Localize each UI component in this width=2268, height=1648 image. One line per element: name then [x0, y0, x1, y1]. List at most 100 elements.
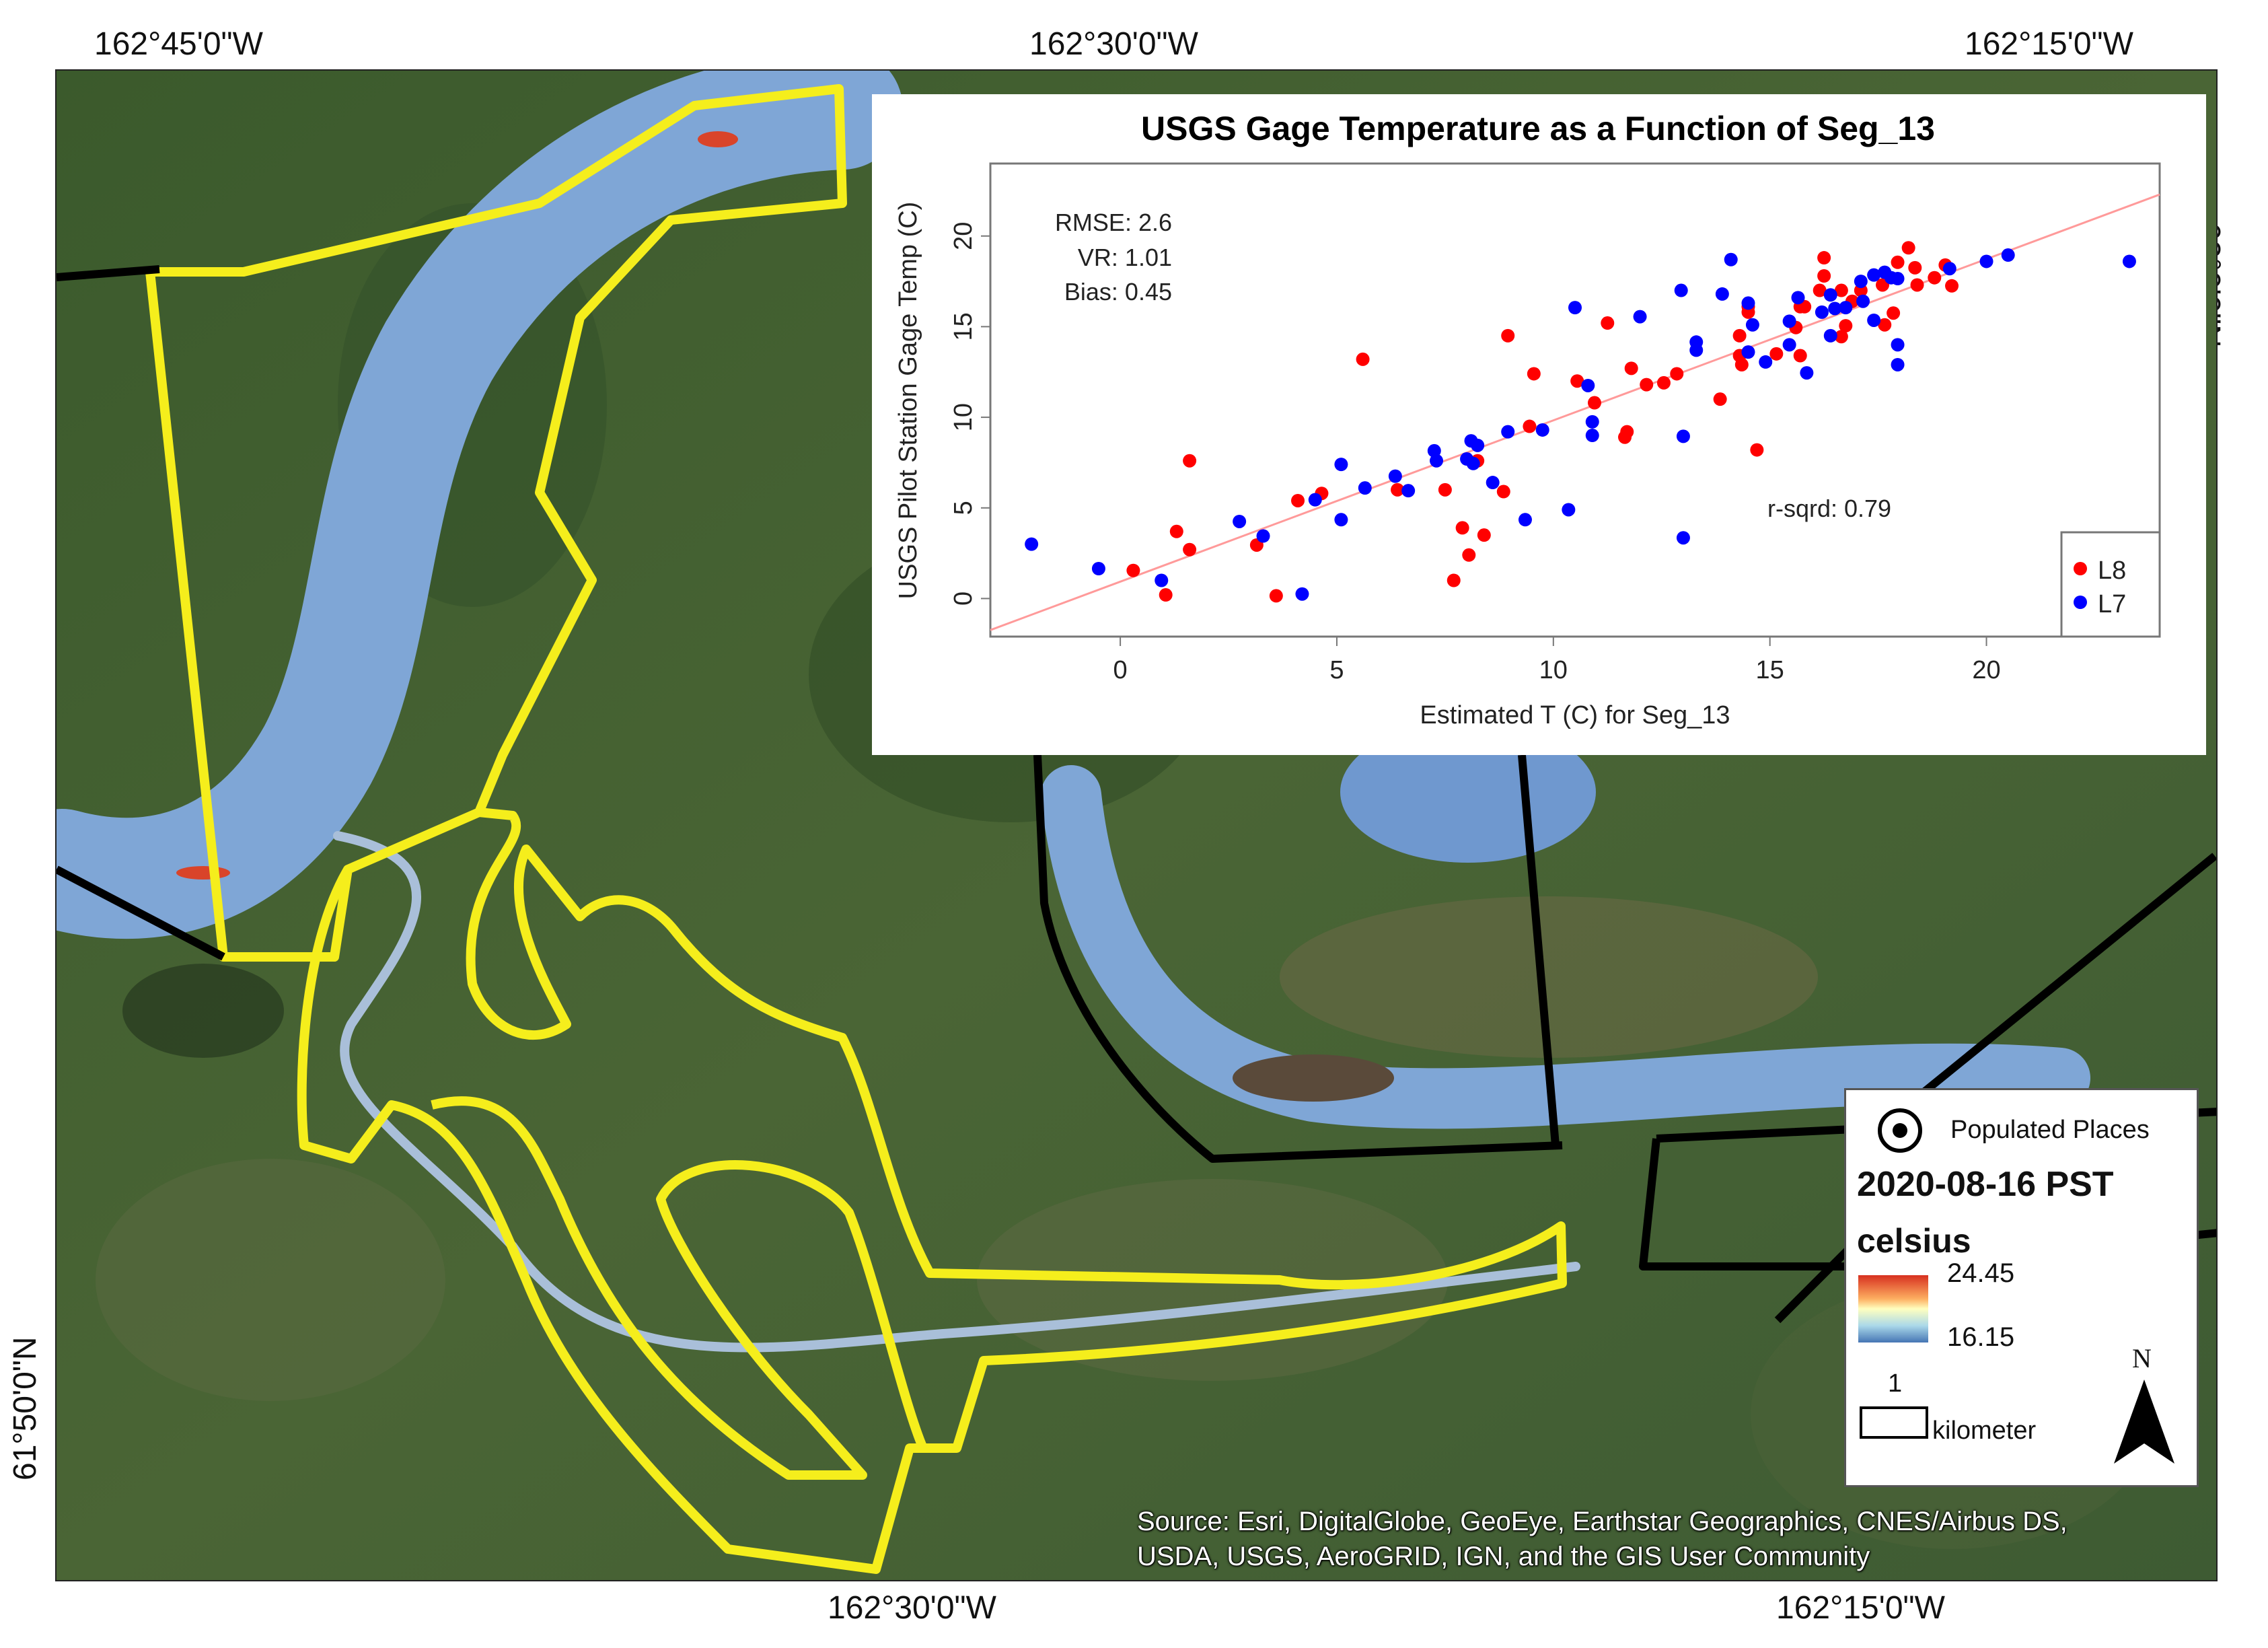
data-point-l8	[1159, 588, 1173, 602]
chart-legend: L8 L7	[2060, 531, 2161, 638]
data-point-l7	[1585, 415, 1599, 429]
data-point-l7	[1568, 301, 1582, 315]
data-point-l7	[1501, 425, 1515, 439]
data-point-l8	[1126, 563, 1140, 577]
data-point-l7	[1854, 275, 1868, 289]
data-point-l7	[1800, 366, 1814, 380]
data-point-l8	[1908, 260, 1922, 275]
y-axis: 0 5 10 15 20	[949, 222, 990, 606]
scatter-chart-panel: USGS Gage Temperature as a Function of S…	[872, 94, 2206, 755]
attribution-line-1: Source: Esri, DigitalGlobe, GeoEye, Eart…	[1137, 1507, 2068, 1536]
data-point-l7	[1585, 429, 1599, 443]
legend-unit: celsius	[1857, 1222, 1971, 1260]
data-point-l7	[1471, 438, 1485, 452]
legend-populated-places: Populated Places	[1950, 1116, 2150, 1144]
data-point-l7	[1942, 262, 1956, 276]
map-legend: Populated Places 2020-08-16 PST celsius …	[1844, 1088, 2199, 1487]
x-tick-label: 15	[1756, 656, 1784, 684]
data-point-l8	[1496, 485, 1510, 499]
data-point-l7	[1979, 254, 1993, 268]
data-point-l7	[1891, 357, 1905, 371]
data-point-l7	[1782, 338, 1796, 352]
data-point-l7	[1518, 513, 1532, 527]
data-point-l8	[1910, 278, 1924, 292]
data-point-l7	[1839, 301, 1853, 315]
data-point-l7	[1334, 513, 1348, 527]
longitude-label-top-2: 162°30'0"W	[1029, 26, 1198, 62]
y-tick-label: 0	[949, 592, 978, 606]
north-arrow-icon	[2114, 1380, 2174, 1464]
data-point-l7	[1466, 456, 1480, 470]
scale-bar	[1860, 1406, 1928, 1439]
data-point-l7	[1401, 484, 1416, 498]
data-point-l8	[1713, 392, 1727, 406]
data-point-l8	[1945, 279, 1959, 293]
scatter-chart: USGS Gage Temperature as a Function of S…	[894, 110, 2161, 729]
map-attribution: Source: Esri, DigitalGlobe, GeoEye, Eart…	[1137, 1504, 2068, 1574]
r-squared-stat: r-sqrd: 0.79	[1767, 495, 1891, 522]
data-point-l8	[1356, 352, 1370, 366]
data-point-l7	[1358, 481, 1372, 495]
data-point-l7	[1562, 503, 1576, 517]
data-point-l8	[1601, 316, 1615, 330]
x-tick-label: 20	[1972, 656, 2000, 684]
data-point-l7	[1891, 338, 1905, 352]
data-point-l8	[1587, 396, 1601, 410]
data-point-l8	[1750, 443, 1764, 457]
data-point-l7	[1486, 476, 1500, 490]
data-point-l8	[1455, 521, 1469, 535]
data-point-l8	[1477, 528, 1491, 542]
data-point-l8	[1817, 251, 1831, 265]
x-tick-label: 5	[1329, 656, 1344, 684]
data-point-l8	[1438, 482, 1452, 497]
legend-marker-l8	[2074, 562, 2087, 575]
y-tick-label: 20	[949, 222, 978, 250]
chart-title: USGS Gage Temperature as a Function of S…	[1141, 110, 1935, 147]
latitude-label-left: 61°50'0"N	[7, 1336, 43, 1480]
data-point-l7	[1715, 287, 1729, 301]
data-point-l7	[2122, 254, 2136, 268]
data-point-l7	[1388, 469, 1402, 483]
data-point-l7	[1689, 343, 1704, 357]
data-point-l8	[1817, 268, 1831, 283]
data-point-l7	[1091, 561, 1105, 575]
data-point-l7	[1430, 454, 1444, 468]
data-point-l8	[1640, 378, 1654, 392]
legend-max-value: 24.45	[1947, 1258, 2015, 1288]
data-point-l8	[1501, 328, 1515, 343]
data-point-l7	[1823, 288, 1837, 302]
data-point-l7	[1823, 328, 1837, 343]
data-point-l7	[1535, 423, 1549, 437]
data-point-l8	[1527, 367, 1541, 381]
data-point-l7	[1334, 458, 1348, 472]
legend-label-l8: L8	[2098, 557, 2126, 585]
scale-bar-unit: kilometer	[1932, 1417, 2037, 1445]
data-point-l8	[1901, 241, 1915, 255]
data-point-l8	[1624, 361, 1638, 375]
data-point-l7	[1295, 587, 1309, 601]
attribution-line-2: USDA, USGS, AeroGRID, IGN, and the GIS U…	[1137, 1542, 1870, 1571]
data-point-l8	[1169, 524, 1183, 538]
data-point-l8	[1656, 375, 1671, 390]
data-point-l7	[1815, 305, 1829, 319]
y-tick-label: 10	[949, 403, 978, 431]
data-point-l7	[1782, 314, 1796, 328]
data-point-l8	[1269, 589, 1283, 603]
temperature-color-ramp	[1858, 1275, 1928, 1342]
data-point-l7	[1676, 429, 1690, 443]
data-point-l8	[1732, 328, 1747, 343]
data-point-l8	[1620, 425, 1634, 439]
data-point-l7	[1745, 318, 1759, 332]
data-point-l8	[1928, 271, 1942, 285]
legend-marker-l7	[2074, 596, 2087, 609]
data-point-l7	[1308, 493, 1322, 507]
scale-bar-value: 1	[1888, 1369, 1903, 1398]
data-point-l8	[1523, 419, 1537, 433]
legend-label-l7: L7	[2098, 590, 2126, 618]
data-point-l7	[1856, 294, 1870, 308]
x-tick-label: 10	[1539, 656, 1568, 684]
data-point-l8	[1793, 349, 1807, 363]
data-point-l7	[1233, 514, 1247, 528]
data-point-l8	[1447, 573, 1461, 587]
data-point-l8	[1887, 306, 1901, 320]
